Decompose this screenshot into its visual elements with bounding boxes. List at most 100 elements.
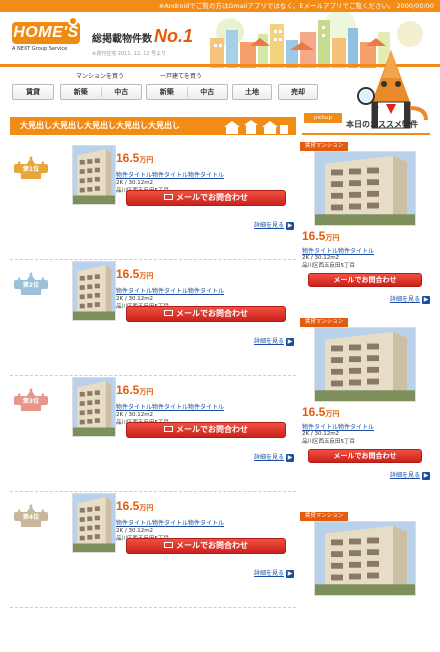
property-photo[interactable] xyxy=(72,493,116,553)
detail-link[interactable]: 詳細を見る ▶ xyxy=(254,568,294,578)
nav-mansion-new-button[interactable]: 新築 xyxy=(61,85,101,99)
pickup-type-tag: 賃貸マンション xyxy=(300,512,348,521)
price-unit: 万円 xyxy=(139,156,154,164)
detail-link[interactable]: 詳細を見る ▶ xyxy=(254,452,294,462)
logo-subtitle: A NEXT Group Service xyxy=(12,46,68,52)
property-layout: 2K / 30.12m2 xyxy=(302,431,340,437)
arrow-right-icon: ▶ xyxy=(422,296,430,304)
nav-caption-house: 一戸建てを買う xyxy=(160,73,202,80)
property-title-link[interactable]: 物件タイトル物件タイトル物件タイトル xyxy=(116,286,224,295)
nav-land-button[interactable]: 土地 xyxy=(232,84,272,100)
pickup-type-tag: 賃貸マンション xyxy=(300,142,348,151)
property-layout: 2K / 30.12m2 xyxy=(302,255,340,261)
pickup-item: 賃貸マンション xyxy=(300,512,430,652)
property-layout: 2K / 30.12m2 xyxy=(116,528,154,534)
property-address: 品川区西五反田5丁目 xyxy=(302,263,355,269)
pickup-detail-link[interactable]: 詳細を見る ▶ xyxy=(390,470,430,480)
price-unit: 万円 xyxy=(139,504,154,512)
pickup-property-photo[interactable] xyxy=(314,151,416,226)
price-value: 16.5 xyxy=(116,267,140,281)
pickup-label: pickup xyxy=(304,113,342,123)
nav-house-group: 新築 中古 xyxy=(146,84,228,100)
property-title-link[interactable]: 物件タイトル物件タイトル物件タイトル xyxy=(116,402,224,411)
headline-no1: No.1 xyxy=(154,26,194,46)
headline-note: ※週刊住宅 2011. 12. 12 号より xyxy=(92,51,167,57)
homes-logo[interactable]: HOME'S A NEXT Group Service xyxy=(12,16,88,56)
price-unit: 万円 xyxy=(139,388,154,396)
pickup-heading-text: 本日のオススメ物件 xyxy=(346,120,418,129)
rank-label: 第2位 xyxy=(14,280,48,289)
mail-icon xyxy=(164,194,173,200)
price-unit: 万円 xyxy=(325,410,340,418)
detail-link-label: 詳細を見る xyxy=(253,222,284,229)
price-value: 16.5 xyxy=(116,383,140,397)
rank-label: 第3位 xyxy=(14,396,48,405)
pickup-item: 賃貸マンション 16.5万円 物件タイトル物件タイトル 2K / 30.12m2… xyxy=(300,142,430,304)
pickup-heading: pickup 本日のオススメ物件 xyxy=(302,113,430,135)
pickup-type-tag: 賃貸マンション xyxy=(300,318,348,327)
mail-inquiry-button[interactable]: メールでお問合わせ xyxy=(126,422,286,438)
headline: 総掲載物件数 No.1 xyxy=(92,26,193,47)
mail-inquiry-label: メールでお問合わせ xyxy=(176,541,248,550)
property-price: 16.5万円 xyxy=(116,383,153,397)
ranking-item: 第2位 16.5万円 物件タイトル物件タイトル物件タイトル 2K / 30.12… xyxy=(10,258,296,376)
arrow-right-icon: ▶ xyxy=(286,222,294,230)
nav-mansion-group: 新築 中古 xyxy=(60,84,142,100)
detail-link-label: 詳細を見る xyxy=(253,570,284,577)
pickup-mail-button[interactable]: メールでお問合わせ xyxy=(308,273,422,287)
property-photo[interactable] xyxy=(72,377,116,437)
nav-mansion-used-button[interactable]: 中古 xyxy=(102,85,142,99)
pickup-detail-link[interactable]: 詳細を見る ▶ xyxy=(390,294,430,304)
logo-dot-icon xyxy=(68,16,78,26)
mail-icon xyxy=(164,310,173,316)
mail-inquiry-button[interactable]: メールでお問合わせ xyxy=(126,306,286,322)
rank-label: 第4位 xyxy=(14,512,48,521)
headline-label: 総掲載物件数 xyxy=(92,34,152,45)
pickup-info: 2K / 30.12m2 品川区西五反田5丁目 xyxy=(302,430,355,446)
price-unit: 万円 xyxy=(325,234,340,242)
nav-sell-button[interactable]: 売却 xyxy=(278,84,318,100)
property-photo[interactable] xyxy=(72,145,116,205)
mail-icon xyxy=(164,426,173,432)
price-value: 16.5 xyxy=(116,151,140,165)
mail-inquiry-button[interactable]: メールでお問合わせ xyxy=(126,190,286,206)
pickup-price: 16.5万円 xyxy=(302,405,339,419)
mail-inquiry-button[interactable]: メールでお問合わせ xyxy=(126,538,286,554)
nav-rent-button[interactable]: 賃貸 xyxy=(12,84,54,100)
mail-inquiry-label: メールでお問合わせ xyxy=(333,452,397,460)
nav-house-used-button[interactable]: 中古 xyxy=(188,85,228,99)
detail-link-label: 詳細を見る xyxy=(253,338,284,345)
detail-link[interactable]: 詳細を見る ▶ xyxy=(254,220,294,230)
property-photo[interactable] xyxy=(72,261,116,321)
mail-inquiry-label: メールでお問合わせ xyxy=(333,276,397,284)
ranking-item: 第1位 16.5万円 物件タイトル物件タイトル物件タイトル 2K / 30.12… xyxy=(10,142,296,260)
detail-link-label: 詳細を見る xyxy=(253,454,284,461)
pickup-property-photo[interactable] xyxy=(314,327,416,402)
mail-icon xyxy=(164,542,173,548)
top-notice-bar: ※Androidでご覧の方はGmailアプリではなく、Eメールアプリでご覧くださ… xyxy=(0,0,440,12)
mail-inquiry-label: メールでお問合わせ xyxy=(176,309,248,318)
price-value: 16.5 xyxy=(116,499,140,513)
rank-label: 第1位 xyxy=(14,164,48,173)
search-nav: マンションを買う 一戸建てを買う 賃貸 新築 中古 新築 中古 土地 売却 xyxy=(10,68,330,106)
arrow-right-icon: ▶ xyxy=(422,472,430,480)
pickup-property-photo[interactable] xyxy=(314,521,416,596)
nav-house-new-button[interactable]: 新築 xyxy=(147,85,187,99)
detail-link-label: 詳細を見る xyxy=(389,296,420,303)
price-value: 16.5 xyxy=(302,229,326,243)
ranking-heading: 大見出し大見出し大見出し大見出し大見出し xyxy=(10,117,296,135)
nav-caption-mansion: マンションを買う xyxy=(76,73,125,80)
property-layout: 2K / 30.12m2 xyxy=(116,296,154,302)
detail-link[interactable]: 詳細を見る ▶ xyxy=(254,336,294,346)
property-layout: 2K / 30.12m2 xyxy=(116,412,154,418)
houses-icon xyxy=(224,120,288,134)
mail-inquiry-label: メールでお問合わせ xyxy=(176,193,248,202)
ranking-item: 第3位 16.5万円 物件タイトル物件タイトル物件タイトル 2K / 30.12… xyxy=(10,374,296,492)
property-title-link[interactable]: 物件タイトル物件タイトル物件タイトル xyxy=(116,518,224,527)
property-price: 16.5万円 xyxy=(116,499,153,513)
price-unit: 万円 xyxy=(139,272,154,280)
detail-link-label: 詳細を見る xyxy=(389,472,420,479)
pickup-item: 賃貸マンション 16.5万円 物件タイトル物件タイトル 2K / 30.12m2… xyxy=(300,318,430,480)
pickup-mail-button[interactable]: メールでお問合わせ xyxy=(308,449,422,463)
property-title-link[interactable]: 物件タイトル物件タイトル物件タイトル xyxy=(116,170,224,179)
